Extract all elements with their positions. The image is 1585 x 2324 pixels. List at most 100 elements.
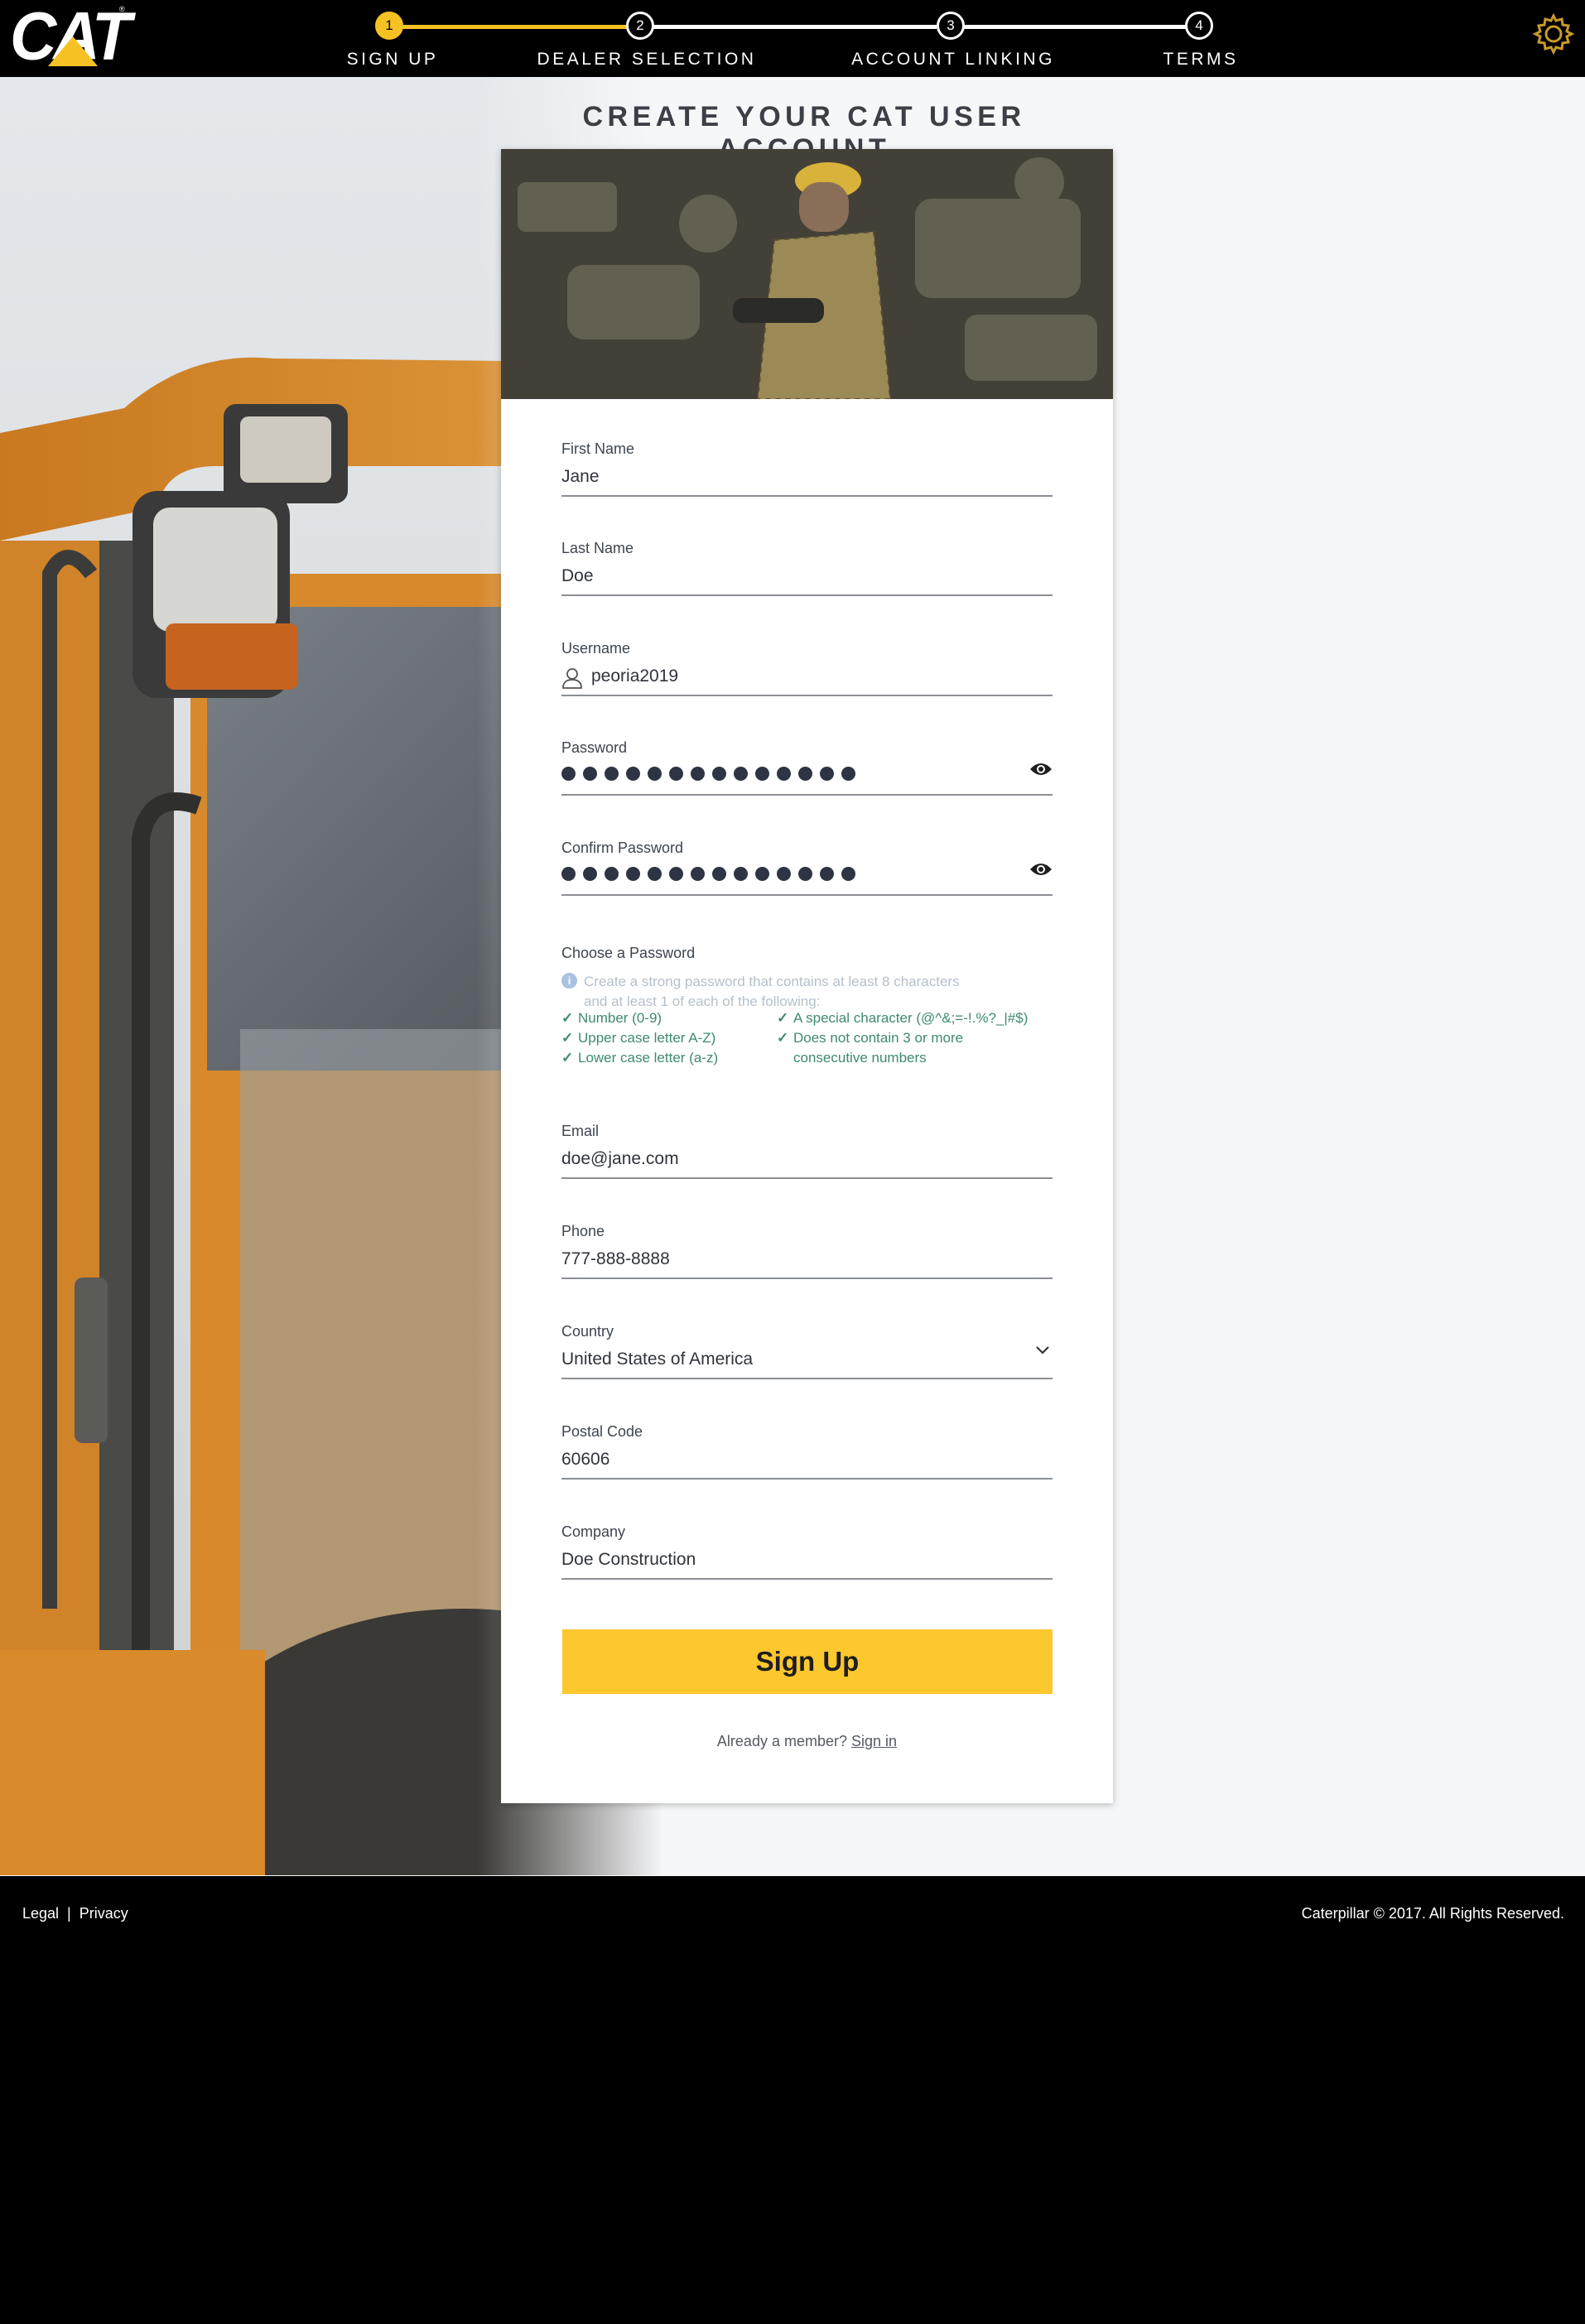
password-mask-dot: [605, 767, 619, 781]
password-mask-dot: [755, 767, 769, 781]
company-field[interactable]: Company Doe Construction: [561, 1523, 1053, 1588]
password-field[interactable]: Password: [561, 739, 1053, 804]
company-label: Company: [561, 1523, 626, 1540]
password-mask-dot: [648, 867, 662, 881]
top-bar: CAT ® 1 2 3 4 SIGN UP DEALER SELECTION A…: [0, 0, 1585, 77]
last-name-label: Last Name: [561, 540, 634, 556]
password-mask-dot: [734, 867, 748, 881]
privacy-link[interactable]: Privacy: [79, 1905, 128, 1922]
postal-code-underline: [561, 1478, 1053, 1480]
rule-item: ✓ A special character (@^&;=-!.%?_|#$): [777, 1008, 1028, 1028]
username-label: Username: [561, 640, 631, 657]
email-underline: [561, 1177, 1053, 1179]
last-name-input[interactable]: Doe: [561, 566, 594, 586]
password-mask-dot: [712, 867, 726, 881]
legal-link[interactable]: Legal: [22, 1905, 59, 1922]
signup-stepper: 1 2 3 4 SIGN UP DEALER SELECTION ACCOUNT…: [0, 0, 1585, 77]
worker-photo-illustration: [501, 149, 1113, 399]
first-name-input[interactable]: Jane: [561, 467, 600, 487]
first-name-label: First Name: [561, 440, 635, 457]
step-3-marker: 3: [937, 12, 965, 40]
confirm-password-input[interactable]: [561, 867, 855, 881]
company-underline: [561, 1578, 1053, 1580]
password-mask-dot: [798, 867, 812, 881]
phone-input[interactable]: 777-888-8888: [561, 1249, 670, 1269]
signup-page: CAT ® 1 2 3 4 SIGN UP DEALER SELECTION A…: [0, 0, 1585, 1956]
eye-icon[interactable]: [1029, 761, 1053, 777]
signup-card: First Name Jane Last Name Doe Username p…: [501, 149, 1113, 1803]
password-mask-dot: [734, 767, 748, 781]
postal-code-input[interactable]: 60606: [561, 1450, 609, 1470]
password-mask-dot: [841, 867, 855, 881]
step-connector-3: [963, 25, 1197, 29]
username-input[interactable]: peoria2019: [591, 666, 678, 686]
password-underline: [561, 794, 1053, 796]
gear-icon[interactable]: [1530, 11, 1577, 57]
password-mask-dot: [755, 867, 769, 881]
last-name-underline: [561, 594, 1053, 596]
country-select[interactable]: United States of America: [561, 1350, 753, 1369]
sign-in-link[interactable]: Sign in: [851, 1733, 897, 1749]
password-rules-label: Choose a Password: [561, 945, 696, 961]
confirm-password-field[interactable]: Confirm Password: [561, 840, 1053, 904]
password-rules-hint: Create a strong password that contains a…: [584, 974, 960, 1009]
hero-photo: [501, 149, 1113, 399]
checkmark-icon: ✓: [561, 1010, 574, 1026]
step-2-label: DEALER SELECTION: [537, 50, 757, 69]
email-label: Email: [561, 1123, 600, 1139]
password-mask-dot: [841, 767, 855, 781]
step-4-marker: 4: [1185, 12, 1213, 40]
username-field[interactable]: Username peoria2019: [561, 640, 1053, 705]
password-mask-dot: [669, 767, 683, 781]
password-mask-dot: [691, 867, 705, 881]
country-field[interactable]: Country United States of America: [561, 1323, 1053, 1388]
country-underline: [561, 1378, 1053, 1379]
password-label: Password: [561, 739, 628, 756]
sign-up-button[interactable]: Sign Up: [562, 1629, 1053, 1694]
password-mask-dot: [626, 867, 640, 881]
company-input[interactable]: Doe Construction: [561, 1550, 696, 1570]
password-mask-dot: [583, 767, 597, 781]
copyright-text: Caterpillar © 2017. All Rights Reserved.: [1301, 1905, 1564, 1922]
password-mask-dot: [583, 867, 597, 881]
phone-field[interactable]: Phone 777-888-8888: [561, 1223, 1053, 1287]
rule-text: Lower case letter (a-z): [578, 1050, 719, 1066]
password-mask-dot: [820, 867, 834, 881]
rule-text: A special character (@^&;=-!.%?_|#$): [793, 1010, 1029, 1026]
password-requirements: Choose a Password i Create a strong pass…: [561, 945, 1058, 1094]
footer: Legal | Privacy Caterpillar © 2017. All Ri…: [0, 1876, 1585, 1956]
password-mask-dot: [626, 767, 640, 781]
rule-text: consecutive numbers: [793, 1050, 927, 1066]
password-mask-dot: [561, 867, 576, 881]
confirm-password-underline: [561, 894, 1053, 896]
already-member-text: Already a member? Sign in: [501, 1733, 1113, 1750]
step-1-marker: 1: [375, 12, 403, 40]
phone-label: Phone: [561, 1223, 605, 1239]
checkmark-icon: ✓: [561, 1050, 574, 1066]
rule-item: ✓ Does not contain 3 or more: [777, 1028, 963, 1048]
postal-code-field[interactable]: Postal Code 60606: [561, 1423, 1053, 1488]
eye-icon[interactable]: [1029, 861, 1053, 878]
first-name-field[interactable]: First Name Jane: [561, 440, 1053, 505]
step-2-marker: 2: [626, 12, 654, 40]
username-underline: [561, 695, 1053, 696]
last-name-field[interactable]: Last Name Doe: [561, 540, 1053, 604]
password-mask-dot: [561, 767, 576, 781]
step-connector-1: [389, 25, 638, 29]
email-input[interactable]: doe@jane.com: [561, 1149, 679, 1169]
chevron-down-icon[interactable]: [1033, 1340, 1053, 1359]
password-mask-dot: [648, 767, 662, 781]
phone-underline: [561, 1277, 1053, 1279]
rule-text: Upper case letter A-Z): [578, 1030, 716, 1046]
confirm-password-label: Confirm Password: [561, 840, 684, 856]
already-member-label: Already a member?: [716, 1733, 847, 1749]
password-mask-dot: [777, 867, 791, 881]
password-input[interactable]: [561, 767, 855, 781]
rule-text: Number (0-9): [578, 1010, 662, 1026]
password-mask-dot: [669, 867, 683, 881]
user-icon: [562, 668, 582, 689]
email-field[interactable]: Email doe@jane.com: [561, 1123, 1053, 1187]
password-mask-dot: [605, 867, 619, 881]
info-icon: i: [561, 973, 577, 989]
step-3-label: ACCOUNT LINKING: [851, 50, 1055, 69]
